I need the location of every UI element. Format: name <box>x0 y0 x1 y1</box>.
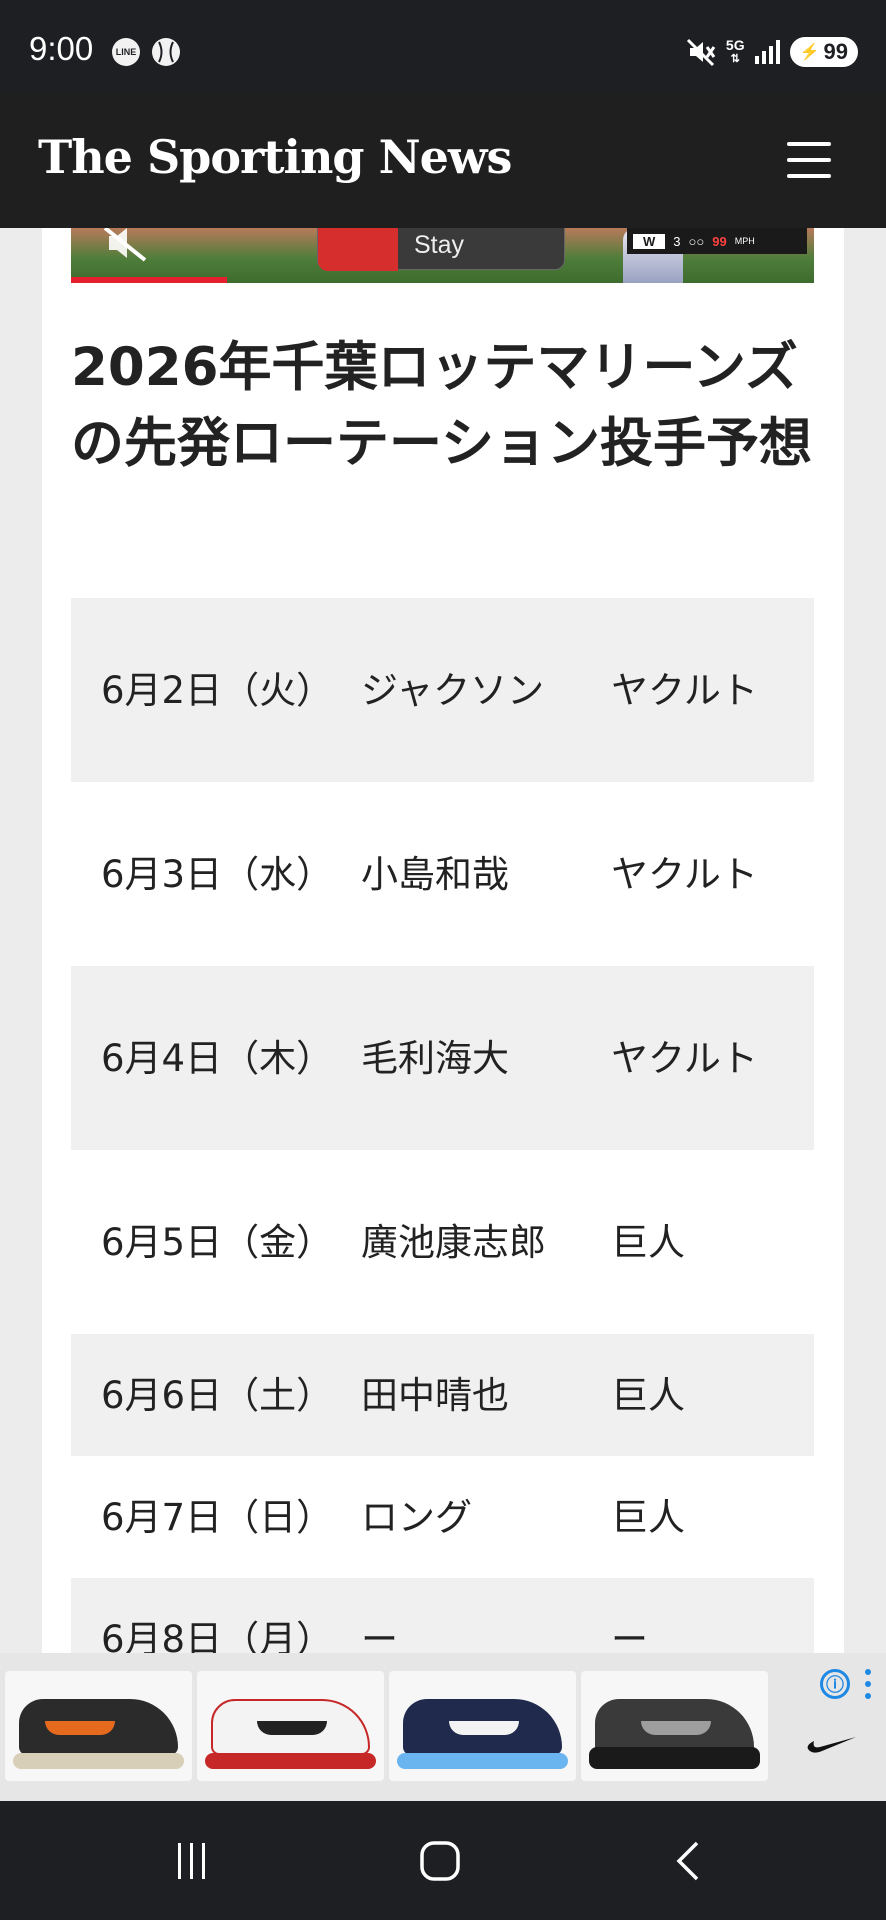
ad-product-4[interactable] <box>581 1671 768 1781</box>
rotation-date-cell: 6月3日（水） <box>101 852 334 896</box>
rotation-pitcher-cell: 毛利海大 <box>361 1036 509 1080</box>
ad-product-2[interactable] <box>197 1671 384 1781</box>
rotation-date-cell: 6月4日（木） <box>101 1036 334 1080</box>
rotation-row: 6月7日（日） ロング 巨人 <box>71 1456 814 1578</box>
rotation-opponent-cell: ヤクルト <box>611 668 758 712</box>
battery-indicator: ⚡ 99 <box>789 37 858 67</box>
scoreboard-dots: ○○ <box>688 233 705 249</box>
rotation-row: 6月6日（土） 田中晴也 巨人 <box>71 1334 814 1456</box>
battery-saver-icon: ⚡ <box>799 44 820 61</box>
rotation-pitcher-cell: 廣池康志郎 <box>361 1220 546 1264</box>
video-progress-bar[interactable] <box>71 277 228 283</box>
stay-overlay-thumb <box>318 228 398 271</box>
rotation-table: 6月2日（火） ジャクソン ヤクルト 6月3日（水） 小島和哉 ヤクルト 6月4日（木） 毛利… <box>71 598 814 1653</box>
line-app-icon: LINE <box>112 38 140 66</box>
system-nav-bar <box>0 1801 886 1920</box>
baseball-icon <box>152 38 180 66</box>
pitch-scoreboard: W 3 ○○ 99 MPH <box>627 228 807 254</box>
status-time: 9:00 <box>29 30 94 67</box>
rotation-opponent-cell: ヤクルト <box>611 1036 758 1080</box>
rotation-row: 6月2日（火） ジャクソン ヤクルト <box>71 598 814 782</box>
network-type: 5G ⇅ <box>725 37 745 65</box>
article-card: Stay W 3 ○○ 99 MPH 2026年千葉ロッテマリーンズの先発ローテ… <box>42 228 844 1653</box>
rotation-opponent-cell: ヤクルト <box>611 852 758 896</box>
rotation-row: 6月4日（木） 毛利海大 ヤクルト <box>71 966 814 1150</box>
site-header: The Sporting News <box>0 92 886 228</box>
rotation-pitcher-cell: 田中晴也 <box>361 1373 509 1417</box>
ad-more-icon[interactable] <box>864 1669 872 1699</box>
ad-info-icon[interactable]: ⓘ <box>820 1669 850 1699</box>
video-player[interactable]: Stay W 3 ○○ 99 MPH <box>71 228 814 283</box>
rotation-date-cell: 6月7日（日） <box>101 1495 334 1539</box>
rotation-opponent-cell: 巨人 <box>611 1220 685 1264</box>
home-icon[interactable] <box>410 1831 470 1891</box>
site-logo[interactable]: The Sporting News <box>38 130 512 184</box>
rotation-pitcher-cell: 小島和哉 <box>361 852 509 896</box>
video-mute-icon[interactable] <box>103 228 149 262</box>
scoreboard-count: 3 <box>673 233 681 249</box>
rotation-row: 6月3日（水） 小島和哉 ヤクルト <box>71 782 814 966</box>
article-title: 2026年千葉ロッテマリーンズの先発ローテーション投手予想 <box>71 337 812 474</box>
rotation-date-cell: 6月5日（金） <box>101 1220 334 1264</box>
status-bar: 9:00 LINE 5G ⇅ ⚡ 99 <box>0 0 886 92</box>
rotation-date-cell: 6月6日（土） <box>101 1373 334 1417</box>
battery-level: 99 <box>823 39 848 64</box>
ad-product-3[interactable] <box>389 1671 576 1781</box>
rotation-opponent-cell: ー <box>611 1617 648 1654</box>
rotation-date-cell: 6月2日（火） <box>101 668 334 712</box>
hamburger-menu-icon[interactable] <box>787 142 831 178</box>
rotation-opponent-cell: 巨人 <box>611 1495 685 1539</box>
scoreboard-w: W <box>633 233 666 249</box>
nike-logo-icon[interactable] <box>806 1733 858 1755</box>
stay-overlay[interactable]: Stay <box>317 228 565 271</box>
rotation-row: 6月8日（月） ー ー <box>71 1578 814 1653</box>
ad-product-1[interactable] <box>5 1671 192 1781</box>
back-icon[interactable] <box>659 1831 719 1891</box>
rotation-date-cell: 6月8日（月） <box>101 1617 334 1654</box>
scoreboard-speed-unit: MPH <box>734 236 755 246</box>
rotation-opponent-cell: 巨人 <box>611 1373 685 1417</box>
rotation-pitcher-cell: ジャクソン <box>361 668 545 712</box>
rotation-row: 6月5日（金） 廣池康志郎 巨人 <box>71 1150 814 1334</box>
rotation-pitcher-cell: ロング <box>361 1495 472 1539</box>
recents-icon[interactable] <box>162 1831 222 1891</box>
mute-icon <box>686 37 716 67</box>
scoreboard-speed: 99 <box>712 233 727 249</box>
rotation-pitcher-cell: ー <box>361 1617 398 1654</box>
signal-icon <box>754 40 780 64</box>
page-content: Stay W 3 ○○ 99 MPH 2026年千葉ロッテマリーンズの先発ローテ… <box>0 228 886 1653</box>
stay-label: Stay <box>414 231 465 259</box>
ad-banner[interactable]: ⓘ <box>0 1653 886 1801</box>
